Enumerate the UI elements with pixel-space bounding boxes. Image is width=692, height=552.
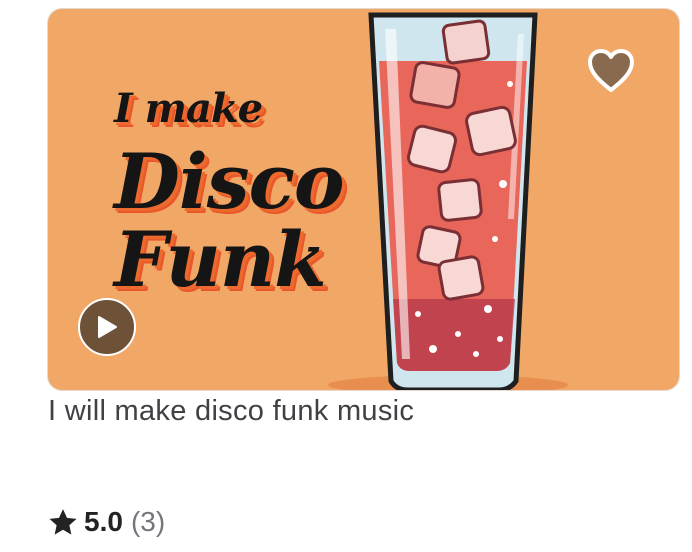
heart-icon — [588, 49, 634, 92]
gig-card[interactable]: I make Disco Funk I will make disco funk… — [0, 0, 692, 552]
play-icon — [98, 316, 117, 338]
artwork-text-line1: I make — [114, 85, 263, 132]
play-button[interactable] — [78, 298, 136, 356]
artwork-text-line2: Disco — [114, 137, 345, 226]
gig-thumbnail[interactable]: I make Disco Funk — [48, 9, 679, 390]
artwork-text-line3: Funk — [114, 215, 327, 304]
star-icon — [48, 508, 78, 537]
review-count: (3) — [130, 506, 166, 537]
gig-rating: 5.0 (3) — [48, 506, 165, 538]
favorite-button[interactable] — [585, 45, 637, 97]
gig-title-link[interactable]: I will make disco funk music — [48, 395, 414, 428]
rating-score: 5.0 — [84, 506, 123, 537]
